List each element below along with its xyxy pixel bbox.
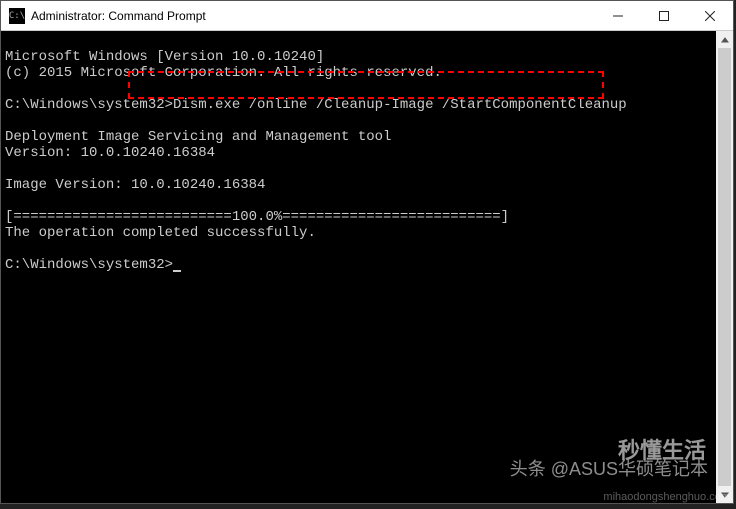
scrollbar-track[interactable] — [716, 48, 733, 486]
watermark-text: mihaodongshenghuo.com — [603, 491, 730, 503]
console-command: Dism.exe /online /Cleanup-Image /StartCo… — [173, 97, 627, 113]
console-prompt: C:\Windows\system32> — [5, 257, 173, 273]
console-line: Version: 10.0.10240.16384 — [5, 145, 215, 161]
cmd-icon: C:\ — [9, 8, 25, 24]
close-button[interactable] — [687, 1, 733, 30]
window-controls — [595, 1, 733, 30]
cmd-window: C:\ Administrator: Command Prompt Micros… — [0, 0, 734, 504]
console-line: (c) 2015 Microsoft Corporation. All righ… — [5, 65, 442, 81]
console-line: Microsoft Windows [Version 10.0.10240] — [5, 49, 324, 65]
console-line: Image Version: 10.0.10240.16384 — [5, 177, 265, 193]
scrollbar — [716, 31, 733, 503]
console-line: The operation completed successfully. — [5, 225, 316, 241]
scroll-up-button[interactable] — [716, 31, 733, 48]
console-line: Deployment Image Servicing and Managemen… — [5, 129, 391, 145]
maximize-button[interactable] — [641, 1, 687, 30]
watermark-text: 头条 @ASUS华硕笔记本 — [510, 455, 708, 481]
window-title: Administrator: Command Prompt — [31, 9, 595, 23]
console-prompt: C:\Windows\system32> — [5, 97, 173, 113]
console-line: [==========================100.0%=======… — [5, 209, 509, 225]
minimize-button[interactable] — [595, 1, 641, 30]
cursor-icon — [173, 270, 181, 272]
titlebar: C:\ Administrator: Command Prompt — [1, 1, 733, 31]
scrollbar-thumb[interactable] — [718, 48, 731, 486]
